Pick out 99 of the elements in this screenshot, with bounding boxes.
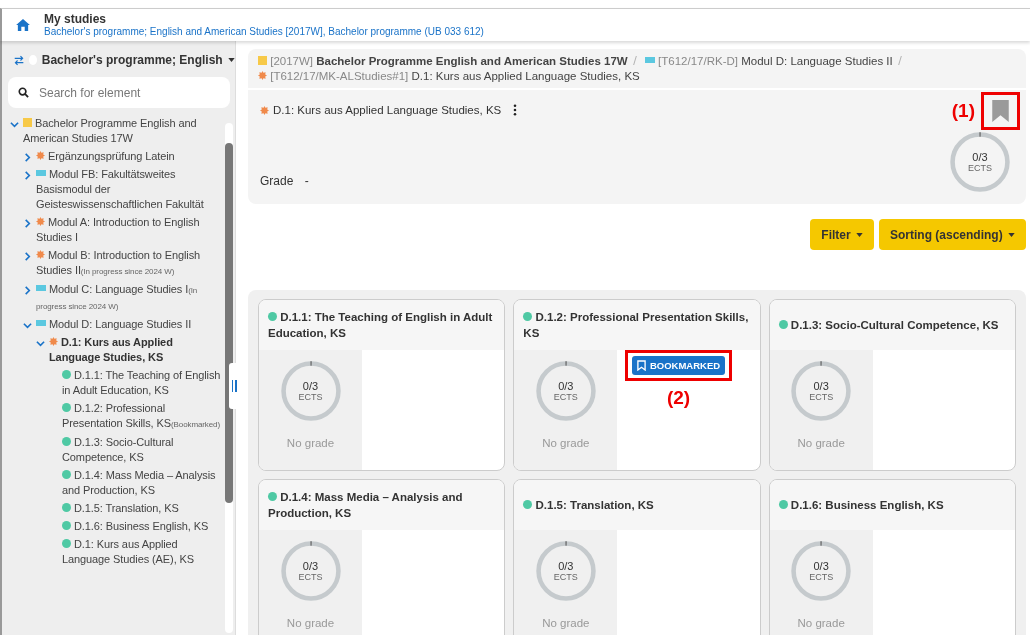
tree-item[interactable]: D.1.6: Business English, KS	[2, 519, 228, 534]
filter-button[interactable]: Filter	[810, 219, 874, 250]
separator-icon	[897, 56, 902, 65]
ects-unit: ECTS	[298, 391, 323, 403]
course-card[interactable]: D.1.1: The Teaching of English in Adult Education, KS 0/3 ECTS No grade	[258, 299, 506, 471]
gear-icon	[258, 71, 267, 80]
programme-link[interactable]: Bachelor's programme; English and American Studies [2017W], Bachelor programme (UB 033 612)	[44, 25, 484, 38]
tree-item[interactable]: Modul C: Language Studies I(In progress since 2024 W)	[2, 282, 228, 314]
tree-item[interactable]: Ergänzungsprüfung Latein	[2, 149, 228, 164]
tree-item[interactable]: D.1: Kurs aus Applied Language Studies (AE), KS	[2, 537, 228, 567]
breadcrumb-link[interactable]: Modul D: Language Studies II	[741, 55, 893, 67]
gear-icon	[36, 250, 45, 259]
tree-item[interactable]: D.1.1: The Teaching of English in Adult Education, KS	[2, 368, 228, 398]
ects-value: 0/3	[302, 559, 319, 572]
tree-item[interactable]: D.1.3: Socio-Cultural Competence, KS	[2, 435, 228, 465]
separator-icon	[632, 56, 637, 65]
chevron-right-icon[interactable]	[23, 252, 32, 261]
course-title: D.1.4: Mass Media – Analysis and Production, KS	[268, 490, 464, 521]
tree-item[interactable]: Bachelor Programme English and American Studies 17W	[2, 116, 228, 146]
home-icon[interactable]	[16, 19, 30, 31]
tree-item[interactable]: D.1.2: Professional Presentation Skills, KS(Bookmarked)	[2, 401, 228, 432]
tree-item[interactable]: D.1: Kurs aus Applied Language Studies, KS	[2, 335, 228, 365]
gear-icon	[36, 151, 45, 160]
ects-value: 0/3	[302, 379, 319, 392]
ects-unit: ECTS	[553, 571, 578, 583]
tree-item[interactable]: D.1.5: Translation, KS	[2, 501, 228, 516]
tree-item[interactable]: D.1.4: Mass Media – Analysis and Production, KS	[2, 468, 228, 498]
breadcrumb-code: [2017W]	[270, 55, 314, 67]
resize-handle[interactable]	[229, 363, 239, 409]
grade-value: -	[304, 174, 309, 188]
ects-unit: ECTS	[298, 571, 323, 583]
search-field[interactable]: Search for element	[8, 77, 230, 108]
ects-value: 0/3	[558, 559, 574, 572]
gear-icon	[260, 105, 269, 115]
ects-value: 0/3	[558, 379, 574, 392]
course-card[interactable]: D.1.2: Professional Presentation Skills, KS 0/3 ECTS No grade BOOKMARKED (2)	[513, 299, 761, 471]
course-title: D.1.3: Socio-Cultural Competence, KS	[778, 317, 999, 333]
rectangle-icon	[644, 57, 655, 63]
tree-item[interactable]: Modul FB: Fakultätsweites Basismodul der Geisteswissenschaftlichen Fakultät	[2, 167, 228, 212]
tree-item[interactable]: Modul D: Language Studies II	[2, 317, 228, 332]
breadcrumb-link[interactable]: D.1: Kurs aus Applied Language Studies, KS	[411, 70, 640, 82]
programme-dropdown[interactable]: Bachelor's programme; English	[41, 53, 235, 67]
breadcrumb-code: [T612/17/MK-ALStudies#1]	[270, 70, 409, 82]
callout-label: (2)	[666, 387, 691, 409]
course-title: D.1: Kurs aus Applied Language Studies, KS	[273, 104, 502, 116]
switch-arrows-icon[interactable]	[14, 54, 25, 66]
square-icon	[23, 118, 32, 127]
grade-status: No grade	[286, 437, 335, 449]
status-dot	[62, 539, 71, 548]
bookmark-icon[interactable]	[992, 100, 1009, 122]
breadcrumb-code: [T612/17/RK-D]	[658, 55, 738, 67]
square-icon	[258, 56, 267, 65]
ects-unit: ECTS	[968, 162, 992, 174]
ects-value: 0/3	[813, 379, 829, 392]
chevron-right-icon[interactable]	[23, 219, 32, 228]
course-title: D.1.6: Business English, KS	[778, 497, 944, 513]
status-dot	[62, 403, 71, 412]
caret-down-icon	[228, 58, 235, 62]
ects-unit: ECTS	[809, 391, 834, 403]
caret-down-icon	[1008, 232, 1015, 237]
chevron-down-icon[interactable]	[10, 120, 19, 129]
grade-status: No grade	[797, 617, 845, 629]
grade-status: No grade	[797, 437, 845, 449]
bookmarked-badge: BOOKMARKED	[631, 356, 726, 375]
rectangle-icon	[36, 170, 46, 176]
scrollbar[interactable]	[225, 123, 233, 633]
callout-label: (1)	[951, 100, 975, 122]
status-dot	[62, 370, 71, 379]
breadcrumb-link[interactable]: Bachelor Programme English and American Studies 17W	[316, 55, 628, 67]
sorting-button[interactable]: Sorting (ascending)	[879, 219, 1026, 250]
course-card[interactable]: D.1.3: Socio-Cultural Competence, KS 0/3 ECTS No grade	[768, 299, 1016, 471]
rectangle-icon	[36, 285, 46, 291]
grade-status: No grade	[542, 437, 590, 449]
gear-icon	[36, 217, 45, 226]
grade-status: No grade	[286, 617, 335, 629]
status-dot	[62, 503, 71, 512]
rectangle-icon	[36, 320, 46, 326]
status-dot	[62, 470, 71, 479]
course-card[interactable]: D.1.4: Mass Media – Analysis and Production, KS 0/3 ECTS No grade	[258, 479, 506, 635]
status-dot	[62, 521, 71, 530]
course-title: D.1.2: Professional Presentation Skills, KS	[523, 310, 750, 341]
page-title: My studies	[44, 12, 107, 26]
status-dot	[62, 437, 71, 446]
course-card[interactable]: D.1.5: Translation, KS 0/3 ECTS No grade	[513, 479, 761, 635]
more-options-icon[interactable]	[513, 104, 518, 116]
grade-label: Grade	[260, 174, 294, 188]
ects-value: 0/3	[972, 150, 988, 163]
ects-value: 0/3	[813, 559, 829, 572]
course-title: D.1.1: The Teaching of English in Adult Education, KS	[268, 310, 494, 341]
ects-unit: ECTS	[553, 391, 578, 403]
course-card[interactable]: D.1.6: Business English, KS 0/3 ECTS No grade	[768, 479, 1016, 635]
tree-item[interactable]: Modul A: Introduction to English Studies I	[2, 215, 228, 245]
tree-item[interactable]: Modul B: Introduction to English Studies II(In progress since 2024 W)	[2, 248, 228, 279]
caret-down-icon	[856, 232, 863, 237]
course-title: D.1.5: Translation, KS	[523, 497, 654, 513]
gear-icon	[49, 337, 58, 346]
grade-status: No grade	[542, 617, 590, 629]
ects-unit: ECTS	[809, 571, 834, 583]
chevron-right-icon[interactable]	[23, 286, 32, 295]
